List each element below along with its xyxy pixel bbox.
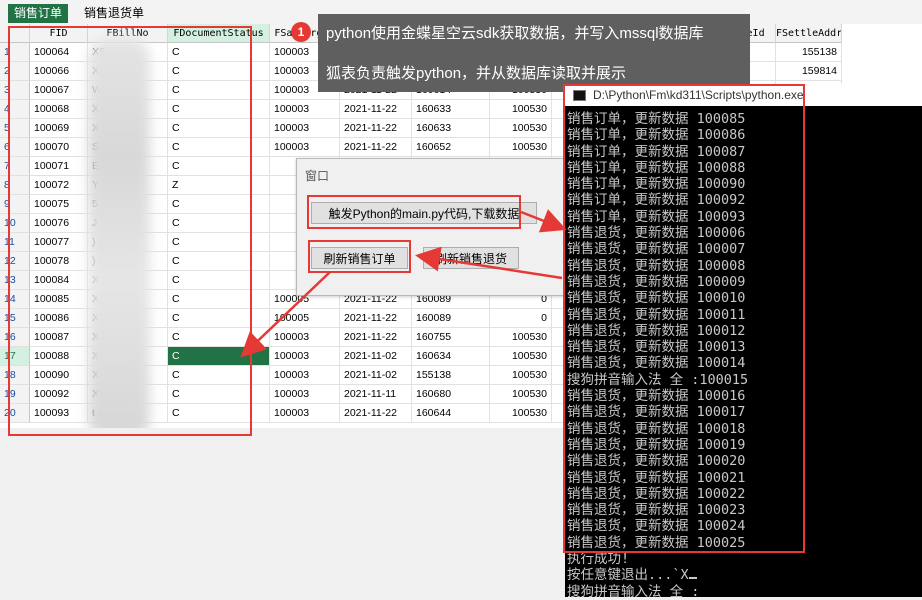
annotation-arrows [240, 209, 567, 358]
arrow-to-console [520, 209, 567, 233]
arrow-to-refresh [415, 246, 563, 280]
arrow-to-grid [240, 271, 331, 358]
